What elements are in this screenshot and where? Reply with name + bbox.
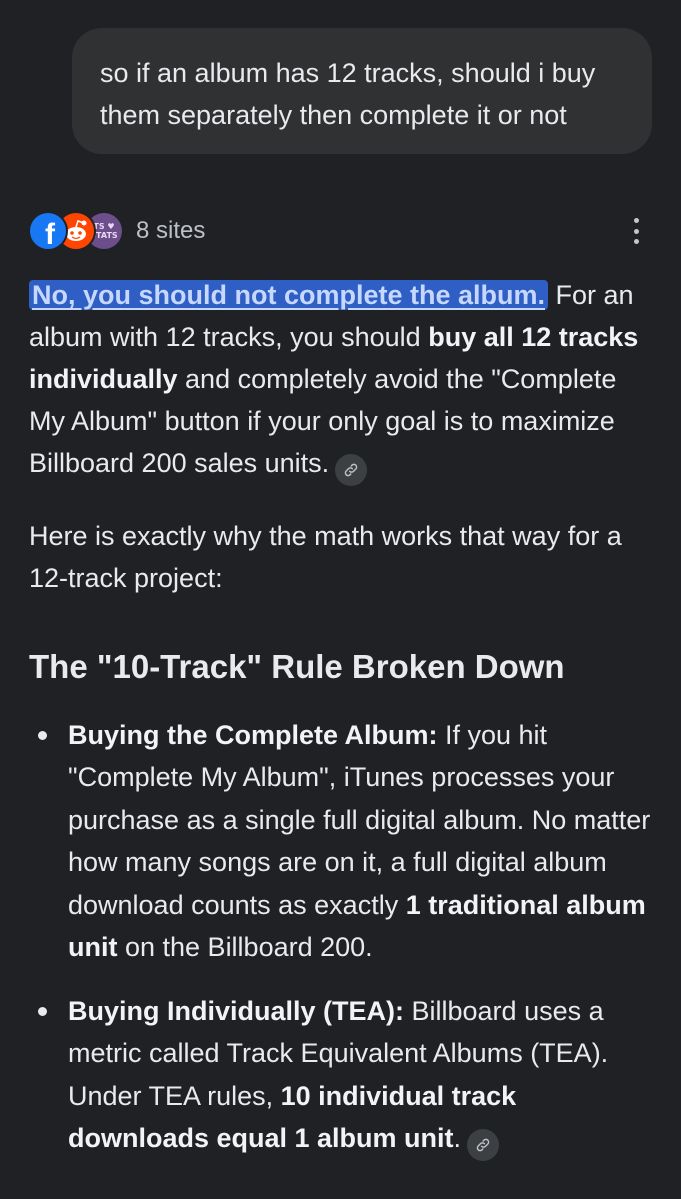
user-message-bubble: so if an album has 12 tracks, should i b…	[72, 28, 652, 154]
bullet-icon	[38, 731, 47, 740]
bullet-text-b: .	[453, 1123, 462, 1154]
link-icon[interactable]	[467, 1129, 500, 1162]
list-item: Buying Individually (TEA): Billboard use…	[38, 990, 664, 1162]
bullet-text-b: on the Billboard 200.	[117, 932, 373, 963]
section-heading: The "10-Track" Rule Broken Down	[29, 648, 565, 685]
bullet-title: Buying Individually (TEA):	[68, 996, 404, 1026]
list-item: Buying the Complete Album: If you hit "C…	[38, 714, 664, 968]
link-icon[interactable]	[335, 454, 368, 486]
more-options-icon[interactable]	[624, 214, 648, 248]
bullet-title: Buying the Complete Album:	[68, 720, 438, 750]
user-message-text: so if an album has 12 tracks, should i b…	[100, 58, 596, 130]
sources-count: 8 sites	[136, 217, 206, 244]
bullet-icon	[38, 1007, 47, 1016]
facebook-icon: f	[28, 211, 68, 251]
answer-paragraph-1: No, you should not complete the album. F…	[29, 274, 659, 486]
sources-button[interactable]: f TS ♥ STATS 8 sites	[28, 208, 205, 254]
chat-page: so if an album has 12 tracks, should i b…	[0, 0, 681, 1199]
answer-paragraph-2: Here is exactly why the math works that …	[29, 521, 622, 593]
highlighted-answer-link[interactable]: No, you should not complete the album.	[29, 280, 549, 310]
